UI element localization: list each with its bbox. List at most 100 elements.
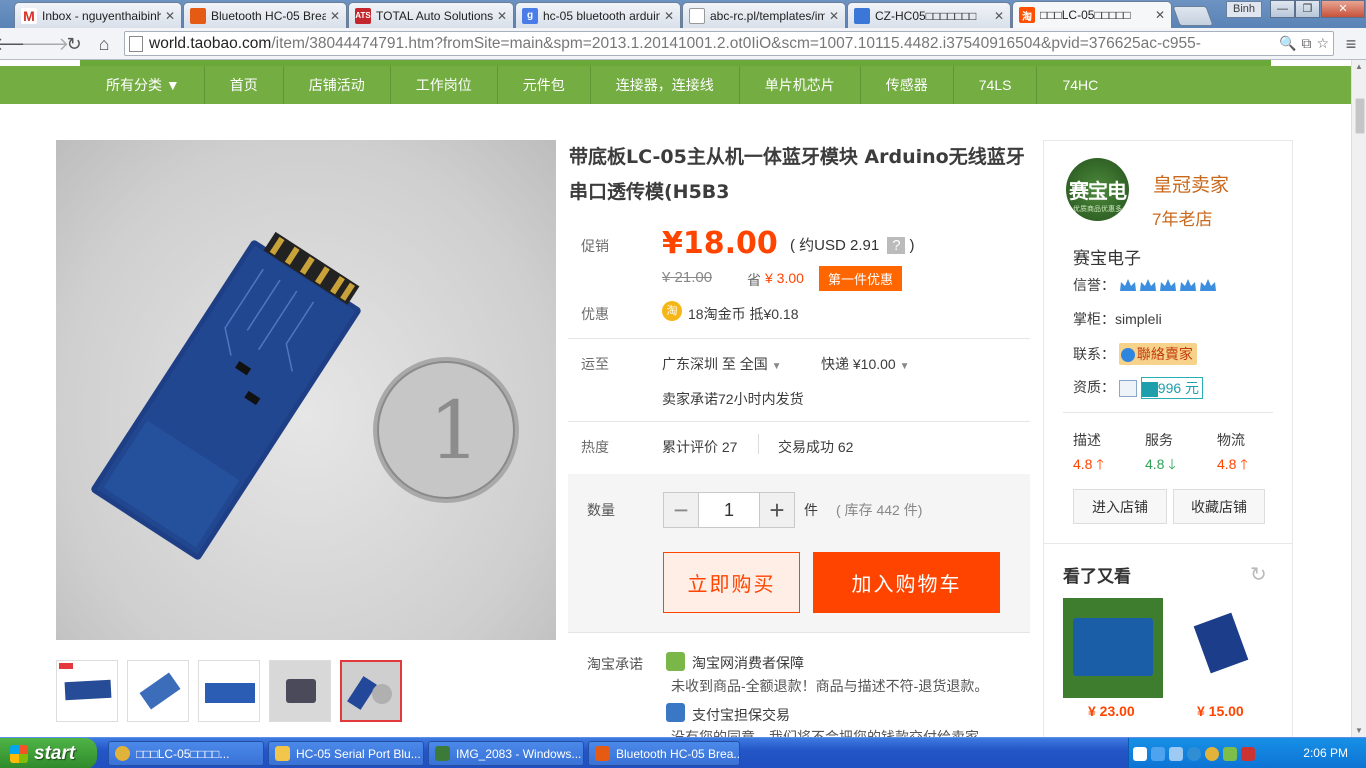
- consumer-protection-title[interactable]: 淘宝网消费者保障: [692, 653, 804, 673]
- close-tab-icon[interactable]: ✕: [330, 9, 340, 23]
- contact-seller-button[interactable]: 聯絡賣家: [1118, 343, 1197, 365]
- nav-connectors[interactable]: 连接器，连接线: [591, 66, 740, 104]
- tab-cz-hc05[interactable]: CZ-HC05□□□□□□□ ✕: [847, 2, 1011, 28]
- volume-icon[interactable]: [1169, 746, 1183, 761]
- start-button[interactable]: start: [0, 738, 97, 768]
- recommend-item-2-price[interactable]: ¥ 15.00: [1197, 703, 1244, 719]
- recommend-item-2-image[interactable]: [1173, 598, 1273, 698]
- profile-button[interactable]: Binh: [1226, 1, 1262, 18]
- crown-icon: [1179, 279, 1196, 292]
- nav-all-categories[interactable]: 所有分类 ▼: [82, 66, 205, 104]
- close-tab-icon[interactable]: ✕: [1155, 8, 1165, 22]
- product-main-image[interactable]: 1: [56, 140, 556, 640]
- usd-price: ( 约USD 2.91 ? ): [790, 234, 915, 255]
- nav-74hc[interactable]: 74HC: [1037, 66, 1123, 104]
- close-window-button[interactable]: ✕: [1321, 0, 1365, 18]
- tab-title: TOTAL Auto Solutions ©: [376, 8, 493, 23]
- shop-logo[interactable]: 赛宝电 优质商品优惠多: [1066, 158, 1129, 221]
- network-icon[interactable]: [1151, 746, 1165, 761]
- id-card-icon[interactable]: [1118, 379, 1137, 397]
- alipay-guarantee-title[interactable]: 支付宝担保交易: [692, 705, 790, 725]
- thumbnail-1[interactable]: [56, 660, 118, 722]
- page-scrollbar[interactable]: ▲ ▼: [1351, 60, 1366, 737]
- close-tab-icon[interactable]: ✕: [994, 9, 1004, 23]
- url-text[interactable]: world.taobao.com/item/38044474791.htm?fr…: [149, 35, 1333, 53]
- help-icon[interactable]: [1133, 746, 1147, 761]
- chrome-icon: [115, 746, 130, 761]
- increase-qty-button[interactable]: +: [760, 493, 794, 527]
- recommend-item-1-price[interactable]: ¥ 23.00: [1088, 703, 1135, 719]
- shop-name[interactable]: 赛宝电子: [1073, 244, 1141, 269]
- thumbnail-5-selected[interactable]: [340, 660, 402, 722]
- qty-label: 数量: [587, 502, 615, 518]
- tab-taobao-active[interactable]: 淘 □□□LC-05□□□□□ ✕: [1012, 1, 1172, 28]
- nav-component-kits[interactable]: 元件包: [498, 66, 591, 104]
- owner-name[interactable]: simpleli: [1115, 311, 1162, 327]
- quantity-input[interactable]: 1: [698, 493, 760, 527]
- menu-button[interactable]: ≡: [1338, 31, 1364, 57]
- recommend-item-1-image[interactable]: [1063, 598, 1163, 698]
- tab-title: CZ-HC05□□□□□□□: [875, 8, 977, 23]
- forward-button[interactable]: 🡒: [21, 31, 69, 57]
- tab-total-auto[interactable]: ATS TOTAL Auto Solutions © ✕: [348, 2, 514, 28]
- bookmark-star-icon[interactable]: ☆: [1316, 35, 1329, 52]
- page-icon: [129, 35, 143, 52]
- refresh-icon[interactable]: ↻: [1250, 562, 1267, 587]
- url-path: /item/38044474791.htm?fromSite=main&spm=…: [271, 34, 1201, 52]
- translate-icon[interactable]: ⧉: [1301, 35, 1311, 52]
- chrome-tray-icon[interactable]: [1205, 746, 1219, 761]
- scroll-up-icon[interactable]: ▲: [1355, 62, 1363, 71]
- nav-shop-events[interactable]: 店铺活动: [284, 66, 391, 104]
- home-button[interactable]: ⌂: [91, 31, 117, 57]
- tray-app-icon[interactable]: [1223, 746, 1237, 761]
- crown-icon: [1119, 279, 1136, 292]
- deposit-badge[interactable]: 996 元: [1140, 377, 1204, 400]
- tab-gmail[interactable]: M Inbox - nguyenthaibinh ✕: [14, 2, 182, 28]
- consumer-protection-icon: [666, 652, 685, 671]
- favorite-shop-button[interactable]: 收藏店铺: [1173, 489, 1265, 524]
- nav-home[interactable]: 首页: [205, 66, 284, 104]
- decrease-qty-button[interactable]: −: [664, 493, 698, 527]
- ship-destination-select[interactable]: 广东深圳 至 全国 ▼: [662, 354, 782, 374]
- nav-jobs[interactable]: 工作岗位: [391, 66, 498, 104]
- close-tab-icon[interactable]: ✕: [829, 9, 839, 23]
- tab-google-search[interactable]: g hc-05 bluetooth arduino ✕: [515, 2, 681, 28]
- search-icon[interactable]: 🔍: [1279, 35, 1296, 52]
- thumbnail-2[interactable]: [127, 660, 189, 722]
- thumbnail-4[interactable]: [269, 660, 331, 722]
- shipping-method-select[interactable]: 快递 ¥10.00 ▼: [821, 354, 910, 374]
- tab-abc-rc[interactable]: abc-rc.pl/templates/ima ✕: [682, 2, 846, 28]
- close-tab-icon[interactable]: ✕: [664, 9, 674, 23]
- taskbar-item-folder[interactable]: HC-05 Serial Port Blu...: [268, 741, 424, 766]
- address-bar-actions: 🔍 ⧉ ☆: [1275, 35, 1329, 52]
- add-to-cart-button[interactable]: 加入购物车: [813, 552, 1000, 613]
- tab-bluetooth-breakout[interactable]: Bluetooth HC-05 Breako ✕: [183, 2, 347, 28]
- buy-now-button[interactable]: 立即购买: [663, 552, 800, 613]
- antivirus-icon[interactable]: [1241, 746, 1255, 761]
- original-price: ¥ 21.00: [662, 269, 713, 286]
- reload-button[interactable]: ↻: [61, 31, 87, 57]
- taskbar-item-photo-viewer[interactable]: IMG_2083 - Windows...: [428, 741, 584, 766]
- nav-mcu[interactable]: 单片机芯片: [740, 66, 861, 104]
- tray-app-icon[interactable]: [1187, 746, 1201, 761]
- scroll-down-icon[interactable]: ▼: [1355, 726, 1363, 735]
- review-count[interactable]: 累计评价 27: [662, 437, 737, 457]
- url-host: world.taobao.com: [149, 34, 272, 52]
- taskbar-item-bluetooth[interactable]: Bluetooth HC-05 Brea...: [588, 741, 740, 766]
- address-bar[interactable]: world.taobao.com/item/38044474791.htm?fr…: [124, 31, 1334, 56]
- scrollbar-thumb[interactable]: [1355, 98, 1365, 134]
- nav-sensors[interactable]: 传感器: [861, 66, 954, 104]
- maximize-button[interactable]: ❐: [1295, 0, 1320, 18]
- taskbar-item-chrome[interactable]: □□□LC-05□□□□...: [108, 741, 264, 766]
- nav-74ls[interactable]: 74LS: [954, 66, 1038, 104]
- clock[interactable]: 2:06 PM: [1303, 746, 1348, 760]
- enter-shop-button[interactable]: 进入店铺: [1073, 489, 1167, 524]
- qual-label: 资质：: [1073, 379, 1115, 395]
- help-icon[interactable]: ?: [887, 237, 906, 254]
- minimize-button[interactable]: —: [1270, 0, 1295, 18]
- new-tab-button[interactable]: [1172, 6, 1214, 26]
- dropdown-caret-icon: ▼: [899, 361, 910, 372]
- thumbnail-3[interactable]: [198, 660, 260, 722]
- close-tab-icon[interactable]: ✕: [165, 9, 175, 23]
- close-tab-icon[interactable]: ✕: [497, 9, 507, 23]
